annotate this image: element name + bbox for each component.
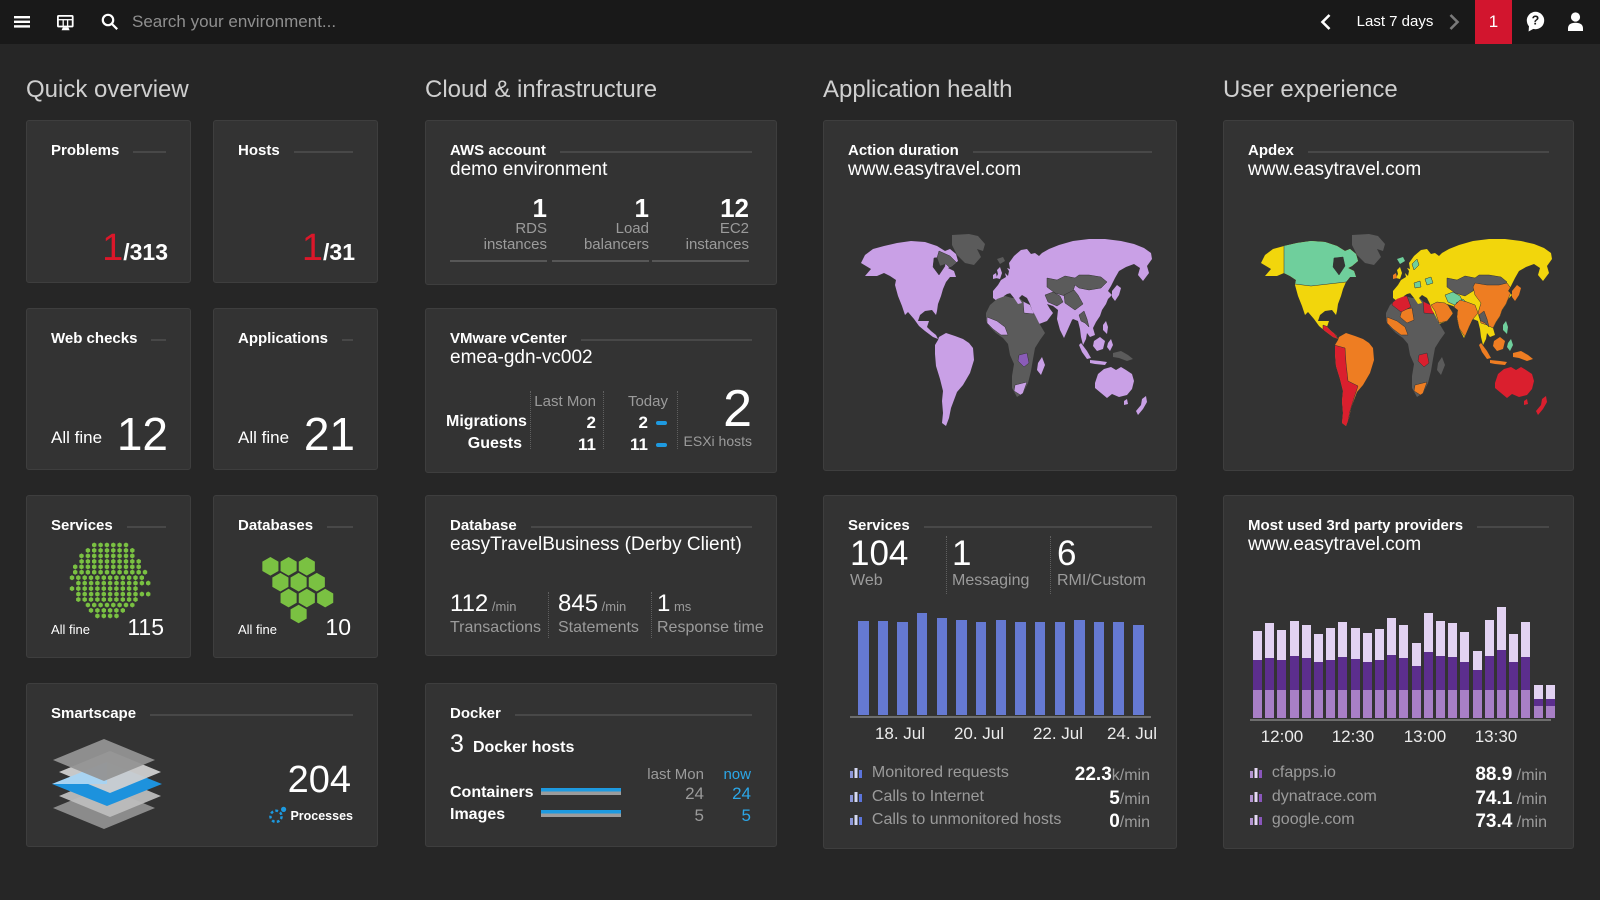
svg-text:?: ? bbox=[1532, 14, 1540, 28]
